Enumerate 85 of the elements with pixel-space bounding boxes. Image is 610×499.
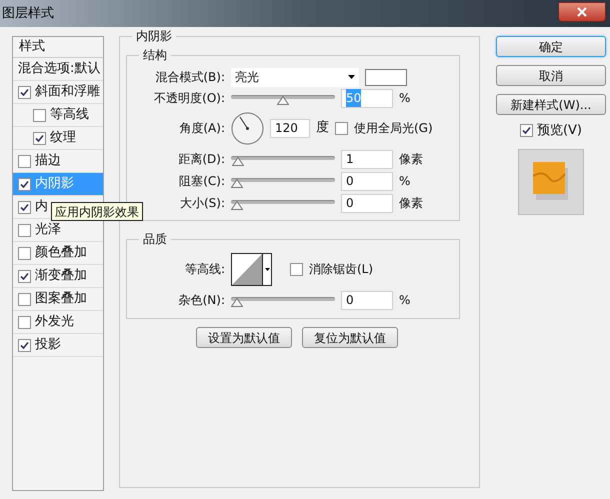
style-label: 纹理 bbox=[50, 129, 76, 148]
unit-label: % bbox=[399, 292, 410, 309]
checkbox[interactable] bbox=[520, 124, 533, 138]
checkbox-label: 预览(V) bbox=[536, 122, 582, 140]
slider-thumb[interactable] bbox=[231, 201, 243, 210]
checkbox[interactable] bbox=[18, 200, 31, 214]
checkbox[interactable] bbox=[290, 262, 303, 276]
checkbox-label: 消除锯齿(L) bbox=[309, 261, 374, 278]
style-item[interactable]: 投影 bbox=[13, 334, 103, 357]
checkbox[interactable] bbox=[18, 316, 31, 328]
unit-label: 度 bbox=[316, 119, 329, 138]
dropdown-arrow-icon bbox=[264, 268, 270, 270]
field-label: 角度(A): bbox=[178, 120, 225, 137]
field-label: 等高线: bbox=[184, 261, 225, 278]
style-label: 斜面和浮雕 bbox=[35, 83, 100, 102]
panel-title: 内阴影 bbox=[132, 28, 176, 44]
dialog-button[interactable]: 复位为默认值 bbox=[302, 327, 398, 348]
color-swatch[interactable] bbox=[365, 68, 407, 86]
style-label: 图案叠加 bbox=[35, 290, 87, 308]
contour-curve-icon bbox=[232, 254, 262, 284]
style-label: 描边 bbox=[35, 152, 61, 170]
style-item[interactable]: 图案叠加 bbox=[13, 288, 103, 311]
checkbox[interactable] bbox=[18, 338, 31, 352]
input-field[interactable]: 0 bbox=[341, 290, 393, 310]
dialog-button[interactable]: 取消 bbox=[496, 65, 606, 86]
input-field[interactable]: 120 bbox=[270, 118, 310, 138]
style-label: 混合选项:默认 bbox=[18, 60, 100, 78]
checkbox[interactable] bbox=[33, 108, 46, 122]
contour-picker[interactable] bbox=[231, 252, 272, 286]
dialog-button[interactable]: 新建样式(W)... bbox=[496, 94, 606, 115]
checkbox[interactable] bbox=[18, 292, 31, 306]
checkbox[interactable] bbox=[33, 132, 46, 144]
style-item[interactable]: 外发光 bbox=[13, 311, 103, 334]
dialog-button[interactable]: 设置为默认值 bbox=[196, 327, 292, 348]
style-item[interactable]: 渐变叠加 bbox=[13, 265, 103, 288]
style-label: 渐变叠加 bbox=[35, 267, 87, 286]
style-item[interactable]: 混合选项:默认 bbox=[13, 58, 103, 81]
dropdown-arrow-icon bbox=[348, 75, 355, 79]
checkbox[interactable] bbox=[18, 154, 31, 168]
input-field[interactable]: 0 bbox=[341, 194, 393, 212]
field-label: 距离(D): bbox=[177, 151, 225, 168]
unit-label: 像素 bbox=[399, 151, 423, 168]
unit-label: % bbox=[399, 90, 410, 107]
slider-thumb[interactable] bbox=[231, 179, 243, 188]
input-field[interactable]: 0 bbox=[341, 172, 393, 190]
checkbox[interactable] bbox=[18, 178, 31, 190]
style-item[interactable]: 斜面和浮雕 bbox=[13, 81, 103, 104]
slider-thumb[interactable] bbox=[277, 96, 289, 105]
style-label: 投影 bbox=[35, 336, 61, 354]
field-label: 大小(S): bbox=[178, 195, 225, 212]
style-item[interactable]: 纹理 bbox=[13, 127, 103, 150]
unit-label: 像素 bbox=[399, 195, 423, 212]
style-label: 外发光 bbox=[35, 313, 74, 332]
tooltip: 应用内阴影效果 bbox=[51, 202, 143, 221]
group-title: 品质 bbox=[139, 231, 171, 247]
checkbox[interactable] bbox=[18, 246, 31, 260]
checkbox[interactable] bbox=[335, 122, 348, 134]
checkbox[interactable] bbox=[18, 86, 31, 98]
window-title: 图层样式 bbox=[1, 4, 54, 23]
style-label: 等高线 bbox=[50, 106, 89, 124]
checkbox[interactable] bbox=[18, 224, 31, 236]
slider-thumb[interactable] bbox=[232, 157, 244, 166]
field-label: 不透明度(O): bbox=[153, 90, 225, 107]
style-label: 内 bbox=[35, 198, 48, 216]
angle-dial[interactable] bbox=[231, 112, 264, 144]
preview-icon bbox=[533, 162, 569, 202]
checkbox-label: 使用全局光(G) bbox=[354, 120, 433, 137]
style-item[interactable]: 等高线 bbox=[13, 104, 103, 127]
style-label: 光泽 bbox=[35, 221, 61, 240]
input-field[interactable]: 1 bbox=[341, 150, 393, 168]
dialog-button[interactable]: 确定 bbox=[496, 36, 606, 57]
close-icon bbox=[577, 6, 587, 16]
field-label: 阻塞(C): bbox=[178, 173, 225, 190]
group-title: 结构 bbox=[139, 47, 171, 63]
blend-mode-dropdown[interactable]: 亮光 bbox=[231, 68, 359, 86]
style-label: 内阴影 bbox=[35, 175, 74, 194]
list-header: 样式 bbox=[13, 37, 103, 58]
field-label: 混合模式(B): bbox=[154, 69, 225, 86]
slider-thumb[interactable] bbox=[231, 298, 243, 307]
style-item[interactable]: 颜色叠加 bbox=[13, 242, 103, 265]
style-label: 颜色叠加 bbox=[35, 244, 87, 262]
unit-label: % bbox=[399, 173, 410, 190]
close-button[interactable] bbox=[558, 2, 606, 22]
checkbox[interactable] bbox=[18, 270, 31, 282]
field-label: 杂色(N): bbox=[178, 292, 225, 309]
